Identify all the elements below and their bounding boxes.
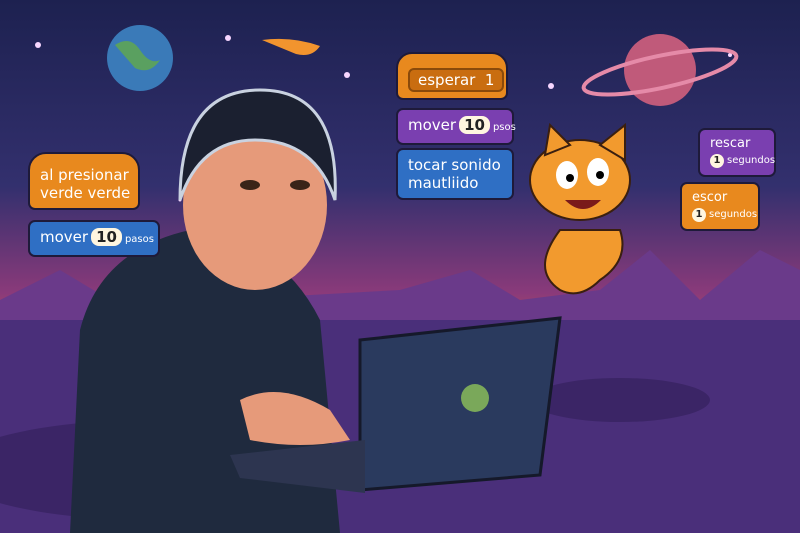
seconds-input[interactable]: 1 bbox=[692, 208, 706, 222]
block-verb: escor bbox=[692, 190, 728, 205]
seconds-block-purple[interactable]: rescar 1 segundos bbox=[698, 128, 776, 177]
block-text: mautliido bbox=[408, 174, 479, 192]
block-unit: pasos bbox=[124, 234, 154, 245]
seconds-input[interactable]: 1 bbox=[710, 154, 724, 168]
move-steps-block[interactable]: mover 10 psos bbox=[396, 108, 516, 145]
block-verb: rescar bbox=[710, 136, 751, 151]
laptop-logo-icon bbox=[461, 384, 489, 412]
block-unit: psos bbox=[492, 122, 516, 133]
seconds-block-orange[interactable]: escor 1 segundos bbox=[680, 182, 760, 231]
when-flag-clicked-block[interactable]: al presionar verde verde bbox=[28, 152, 140, 210]
block-verb: mover bbox=[408, 116, 457, 134]
steps-input[interactable]: 10 bbox=[459, 116, 490, 134]
earth-planet-icon bbox=[107, 25, 173, 91]
wait-block[interactable]: esperar 1 bbox=[396, 52, 508, 100]
block-unit: segundos bbox=[709, 209, 758, 220]
move-steps-block[interactable]: mover 10 pasos bbox=[28, 220, 160, 257]
play-sound-block[interactable]: tocar sonido mautliido bbox=[396, 148, 514, 200]
block-text: al presionar bbox=[40, 166, 129, 184]
steps-input[interactable]: 10 bbox=[91, 228, 122, 246]
block-verb: mover bbox=[40, 228, 89, 246]
block-unit: segundos bbox=[727, 155, 776, 166]
wait-input[interactable]: 1 bbox=[485, 71, 495, 89]
block-text: tocar sonido bbox=[408, 156, 501, 174]
block-text: verde verde bbox=[40, 184, 131, 202]
block-verb: esperar bbox=[418, 71, 476, 89]
